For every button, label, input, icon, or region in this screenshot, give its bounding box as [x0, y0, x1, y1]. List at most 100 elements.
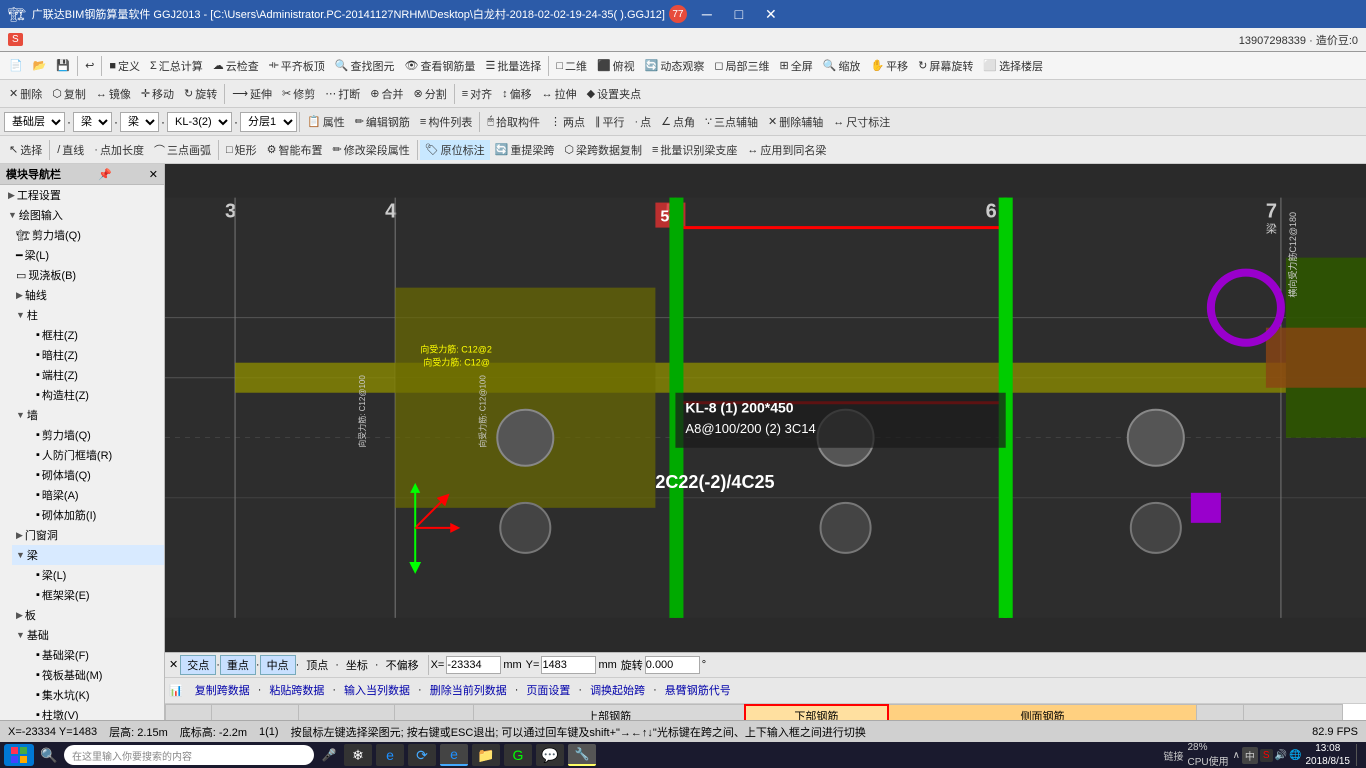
show-desktop-btn[interactable]: [1356, 744, 1362, 766]
cad-drawing-area[interactable]: 3 4 5 5 6 7 梁: [165, 164, 1366, 652]
taskbar-folder-app[interactable]: 📁: [472, 744, 500, 766]
ime-zh[interactable]: 中: [1242, 747, 1258, 764]
sub-type-select[interactable]: 梁: [120, 112, 159, 132]
copy-span-btn[interactable]: ⬡ 梁跨数据复制: [559, 140, 647, 160]
taskbar-ie2-app[interactable]: e: [440, 744, 468, 766]
network-icon[interactable]: 🌐: [1289, 750, 1301, 761]
sidebar-item-beam[interactable]: ━ 梁(L): [12, 245, 164, 265]
view-qty-btn[interactable]: 👁 查看钢筋量: [399, 56, 480, 76]
search-icon-btn[interactable]: 🔍: [38, 745, 60, 765]
break-btn[interactable]: ⋯ 打断: [320, 84, 365, 104]
undo-btn[interactable]: ↩: [80, 57, 99, 74]
pan-btn[interactable]: ✋ 平移: [865, 56, 913, 76]
level-btn[interactable]: ⟛ 平齐板顶: [264, 56, 330, 76]
select-mode-btn[interactable]: ↖ 选择: [4, 140, 47, 160]
dynamic-btn[interactable]: 🔄 动态观察: [640, 56, 710, 76]
calc-btn[interactable]: Σ 汇总计算: [145, 56, 208, 76]
extend-btn[interactable]: ⟶ 延伸: [227, 84, 277, 104]
taskbar-circular-app[interactable]: ⟳: [408, 744, 436, 766]
cloud-btn[interactable]: ☁ 云检查: [208, 56, 264, 76]
maximize-button[interactable]: □: [723, 0, 755, 28]
rotate-input[interactable]: [645, 656, 700, 674]
grip-btn[interactable]: ◆ 设置夹点: [582, 84, 646, 104]
smart-place-btn[interactable]: ⚙ 智能布置: [262, 140, 328, 160]
angle-btn[interactable]: ∠ 点角: [656, 112, 700, 132]
component-list-btn[interactable]: ≡ 构件列表: [415, 112, 477, 132]
2d-btn[interactable]: □ 二维: [551, 56, 592, 76]
sidebar-item-column-group[interactable]: ▼ 柱: [12, 305, 164, 325]
split-btn[interactable]: ⊗ 分割: [408, 84, 451, 104]
sogou-icon[interactable]: S: [1260, 749, 1273, 762]
point-len-btn[interactable]: · 点加长度: [89, 140, 149, 160]
fullscreen-btn[interactable]: ⊞ 全屏: [775, 56, 818, 76]
copy-span-data-btn[interactable]: 复制跨数据: [189, 681, 256, 699]
volume-icon[interactable]: 🔊: [1275, 750, 1287, 761]
select-floor-btn[interactable]: ⬜ 选择楼层: [978, 56, 1048, 76]
sidebar-item-block-wall[interactable]: ▪砌体墙(Q): [32, 465, 164, 485]
taskbar-chat-app[interactable]: 💬: [536, 744, 564, 766]
mirror-btn[interactable]: ↔ 镜像: [91, 84, 136, 104]
taskbar-ie-app[interactable]: e: [376, 744, 404, 766]
taskbar-snowflake-app[interactable]: ❄: [344, 744, 372, 766]
sidebar-item-shear-wall2[interactable]: ▪剪力墙(Q): [32, 425, 164, 445]
close-button[interactable]: ✕: [755, 0, 787, 28]
copy-btn[interactable]: ⬡ 复制: [47, 84, 91, 104]
delete-btn[interactable]: ✕ 删除: [4, 84, 47, 104]
sidebar-item-slab-group[interactable]: ▶ 板: [12, 605, 164, 625]
sidebar-item-sump[interactable]: ▪集水坑(K): [32, 685, 164, 705]
arc-btn[interactable]: ⌒ 三点画弧: [149, 140, 216, 160]
taskbar-green-app[interactable]: G: [504, 744, 532, 766]
expand-tray-btn[interactable]: ∧: [1233, 750, 1240, 761]
sidebar-item-found-beam[interactable]: ▪基础梁(F): [32, 645, 164, 665]
stretch-btn[interactable]: ↔ 拉伸: [537, 84, 582, 104]
kl-select[interactable]: KL-3(2): [167, 112, 232, 132]
save-btn[interactable]: 💾: [51, 57, 75, 74]
rotate-btn[interactable]: ↻ 旋转: [179, 84, 222, 104]
new-btn[interactable]: 📄: [4, 57, 28, 74]
two-point-btn[interactable]: ⋮ 两点: [545, 112, 590, 132]
re-extract-btn[interactable]: 🔄 重提梁跨: [490, 140, 560, 160]
snap-cross-btn[interactable]: 交点: [180, 655, 216, 675]
snap-coord-btn[interactable]: 坐标: [339, 655, 375, 675]
edit-rebar-btn[interactable]: ✏ 编辑钢筋: [350, 112, 415, 132]
element-type-select[interactable]: 梁: [73, 112, 112, 132]
find-btn[interactable]: 🔍 查找图元: [330, 56, 400, 76]
pick-btn[interactable]: 🖱 拾取构件: [482, 112, 545, 132]
apply-same-btn[interactable]: ↔ 应用到同名梁: [742, 140, 831, 160]
open-btn[interactable]: 📂: [28, 57, 52, 74]
del-col-data-btn[interactable]: 删除当前列数据: [424, 681, 513, 699]
point-btn[interactable]: · 点: [629, 112, 656, 132]
y-input[interactable]: [541, 656, 596, 674]
move-btn[interactable]: ✛ 移动: [136, 84, 179, 104]
dim-btn[interactable]: ↔ 尺寸标注: [828, 112, 895, 132]
minimize-button[interactable]: ─: [691, 0, 723, 28]
sidebar-section-engineering[interactable]: ▶ 工程设置: [0, 185, 164, 205]
batch-id-btn[interactable]: ≡ 批量识别梁支座: [647, 140, 742, 160]
offset-btn[interactable]: ↕ 偏移: [497, 84, 537, 104]
trim-btn[interactable]: ✂ 修剪: [277, 84, 320, 104]
page-setup-btn[interactable]: 页面设置: [520, 681, 576, 699]
sidebar-item-foundation-group[interactable]: ▼ 基础: [12, 625, 164, 645]
screen-rotate-btn[interactable]: ↻ 屏幕旋转: [913, 56, 978, 76]
sidebar-item-end-col[interactable]: ▪端柱(Z): [32, 365, 164, 385]
sidebar-item-frame-col[interactable]: ▪框柱(Z): [32, 325, 164, 345]
taskbar-search[interactable]: 在这里输入你要搜索的内容: [64, 745, 314, 765]
microphone-btn[interactable]: 🎤: [318, 745, 340, 765]
sidebar-item-raft[interactable]: ▪筏板基础(M): [32, 665, 164, 685]
sidebar-item-wall-group[interactable]: ▼ 墙: [12, 405, 164, 425]
sidebar-item-slab[interactable]: ▭ 现浇板(B): [12, 265, 164, 285]
x-input[interactable]: [446, 656, 501, 674]
snap-endpoint-btn[interactable]: 重点: [220, 655, 256, 675]
layer-select[interactable]: 基础层: [4, 112, 65, 132]
three-point-btn[interactable]: ∵ 三点辅轴: [700, 112, 763, 132]
sidebar-item-dark-col[interactable]: ▪暗柱(Z): [32, 345, 164, 365]
rect-btn[interactable]: □ 矩形: [221, 140, 262, 160]
sidebar-item-hidden-beam[interactable]: ▪暗梁(A): [32, 485, 164, 505]
property-btn[interactable]: 📋 属性: [302, 112, 350, 132]
merge-btn[interactable]: ⊕ 合并: [365, 84, 408, 104]
snap-vertex-btn[interactable]: 顶点: [299, 655, 335, 675]
batch-sel-btn[interactable]: ☰ 批量选择: [480, 56, 546, 76]
sidebar-item-beam-group[interactable]: ▼ 梁: [12, 545, 164, 565]
del-aux-btn[interactable]: ✕ 删除辅轴: [763, 112, 828, 132]
parallel-btn[interactable]: ∥ 平行: [590, 112, 630, 132]
